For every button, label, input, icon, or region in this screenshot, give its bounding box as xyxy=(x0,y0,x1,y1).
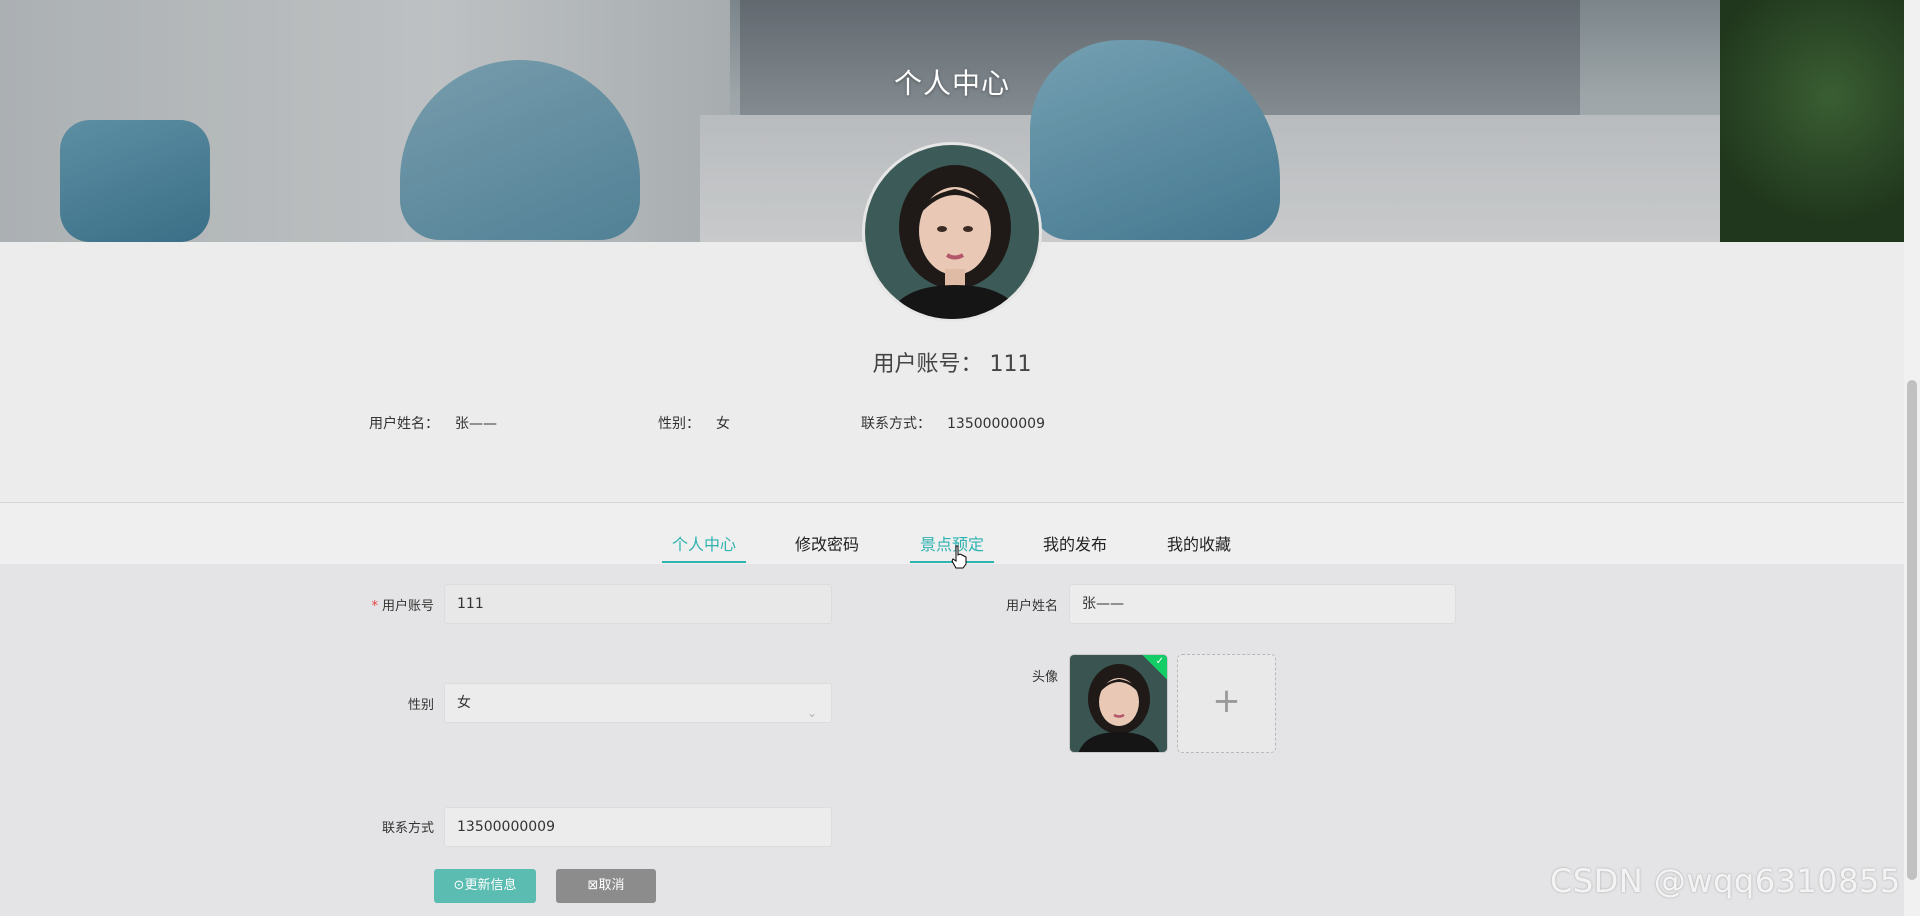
avatar-upload-button[interactable]: + xyxy=(1177,654,1276,753)
gender-field-label: 性别 xyxy=(407,698,434,713)
avatar-field-label: 头像 xyxy=(1031,670,1058,685)
watermark: CSDN @wqq6310855 xyxy=(1550,862,1901,900)
account-field-label: * 用户账号 xyxy=(371,599,434,614)
phone-input[interactable]: 13500000009 xyxy=(444,807,832,847)
tab-change-password[interactable]: 修改密码 xyxy=(795,531,859,555)
info-gender: 性别： 女 xyxy=(658,413,730,433)
hand-cursor-icon xyxy=(950,545,968,573)
check-icon: ✓ xyxy=(1155,656,1164,667)
tab-profile[interactable]: 个人中心 xyxy=(672,531,736,555)
page-title: 个人中心 xyxy=(893,67,1010,100)
info-phone-value: 13500000009 xyxy=(947,416,1045,432)
info-name: 用户姓名： 张—— xyxy=(369,413,497,433)
update-info-button[interactable]: ⊙更新信息 xyxy=(434,869,536,903)
check-circle-icon: ⊙ xyxy=(453,878,465,893)
name-field-label: 用户姓名 xyxy=(1005,599,1058,614)
info-phone-label: 联系方式： xyxy=(861,416,931,432)
plus-icon: + xyxy=(1212,681,1241,721)
page-scrollbar[interactable] xyxy=(1904,0,1920,916)
account-input[interactable]: 111 xyxy=(444,584,832,624)
avatar-thumbnail[interactable]: ✓ xyxy=(1069,654,1168,753)
tab-active-indicator xyxy=(662,561,746,563)
gender-select[interactable]: 女 ⌄ xyxy=(444,683,832,723)
scrollbar-thumb[interactable] xyxy=(1907,380,1917,880)
name-input[interactable]: 张—— xyxy=(1069,584,1456,624)
info-gender-value: 女 xyxy=(716,416,730,432)
account-heading: 用户账号： 111 xyxy=(0,346,1904,378)
info-phone: 联系方式： 13500000009 xyxy=(861,413,1045,433)
tab-favorites[interactable]: 我的收藏 xyxy=(1167,531,1231,555)
tab-my-posts[interactable]: 我的发布 xyxy=(1043,531,1107,555)
close-box-icon: ⊠ xyxy=(587,878,599,893)
account-label: 用户账号： xyxy=(872,352,983,377)
chevron-down-icon: ⌄ xyxy=(806,706,817,720)
info-name-label: 用户姓名： xyxy=(369,416,439,432)
required-mark: * xyxy=(371,599,378,614)
info-gender-label: 性别： xyxy=(658,416,700,432)
info-name-value: 张—— xyxy=(455,416,497,432)
phone-field-label: 联系方式 xyxy=(381,821,434,836)
account-value: 111 xyxy=(989,352,1032,377)
gender-select-value: 女 xyxy=(457,695,471,711)
cancel-button[interactable]: ⊠取消 xyxy=(556,869,656,903)
profile-avatar xyxy=(862,142,1042,322)
